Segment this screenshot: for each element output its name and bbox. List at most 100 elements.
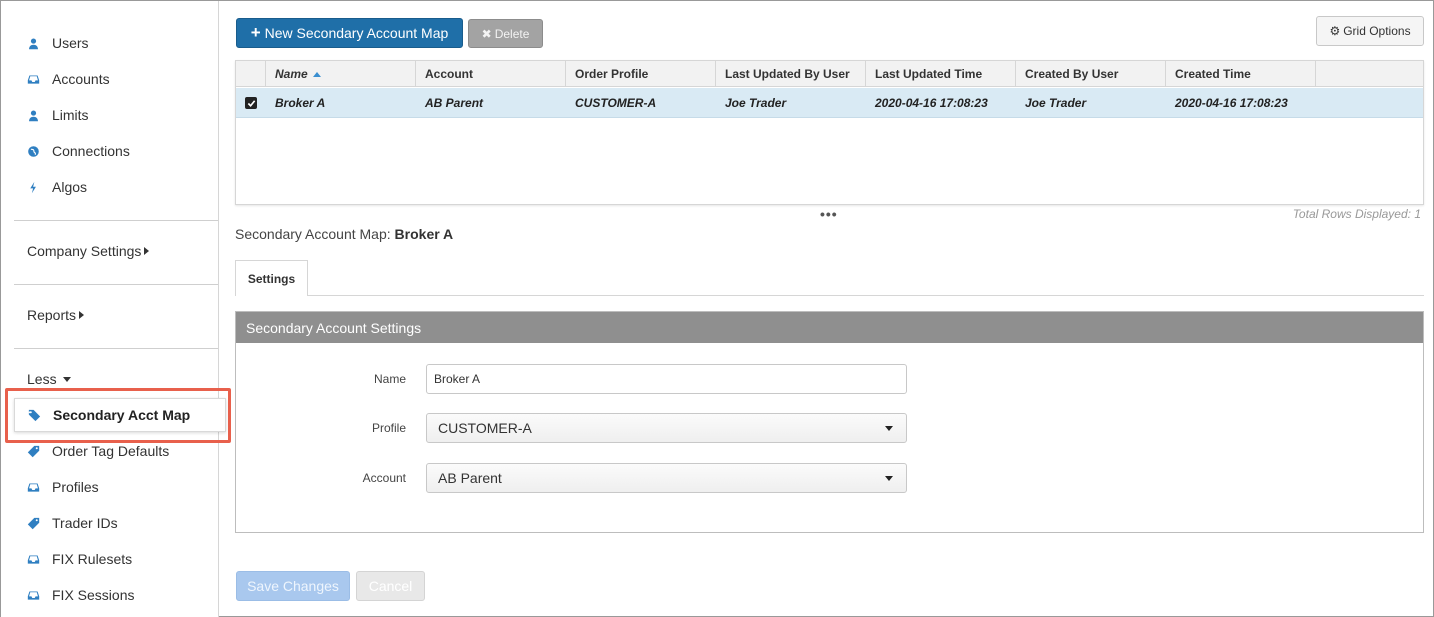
table-cell: Broker A xyxy=(275,96,326,110)
sidebar: Users Accounts Limits Connections Algos … xyxy=(1,1,226,617)
sidebar-item-label: Users xyxy=(52,35,89,51)
tag-icon xyxy=(25,443,41,459)
delete-button[interactable]: ✖ Delete xyxy=(468,19,543,48)
account-label: Account xyxy=(362,471,406,485)
sidebar-item-label: FIX Sessions xyxy=(52,587,135,603)
panel-title: Secondary Account Settings xyxy=(236,312,1423,343)
save-changes-button[interactable]: Save Changes xyxy=(236,571,350,601)
column-header-label: Created Time xyxy=(1175,67,1251,81)
table-cell: Joe Trader xyxy=(1025,96,1087,110)
profile-label: Profile xyxy=(371,421,406,435)
account-select[interactable]: AB Parent xyxy=(426,463,907,493)
sidebar-divider xyxy=(14,220,218,221)
chevron-down-icon xyxy=(885,426,893,431)
sidebar-item-label: Limits xyxy=(52,107,89,123)
gear-icon: ⚙ xyxy=(1329,24,1341,38)
resize-handle[interactable]: ••• xyxy=(820,206,838,222)
sidebar-item-profiles[interactable]: Profiles xyxy=(25,475,99,499)
sidebar-divider xyxy=(14,284,218,285)
data-grid: Name Account Order Profile Last Updated … xyxy=(235,60,1424,205)
name-label: Name xyxy=(373,372,406,386)
table-cell: Joe Trader xyxy=(725,96,787,110)
settings-panel: Secondary Account Settings Name Profile … xyxy=(235,311,1424,533)
new-secondary-account-map-button[interactable]: + New Secondary Account Map xyxy=(236,18,463,48)
plus-icon: + xyxy=(250,23,261,42)
sidebar-item-accounts[interactable]: Accounts xyxy=(25,67,110,91)
company-settings-link[interactable]: Company Settings xyxy=(27,243,150,259)
header-checkbox-cell xyxy=(236,61,266,87)
user-icon xyxy=(25,107,41,123)
detail-title: Secondary Account Map: Broker A xyxy=(235,226,453,242)
table-cell: 2020-04-16 17:08:23 xyxy=(875,96,988,110)
profile-selected-value: CUSTOMER-A xyxy=(438,420,532,436)
company-settings-label: Company Settings xyxy=(27,243,142,259)
grid-options-button[interactable]: ⚙ Grid Options xyxy=(1316,16,1424,46)
account-selected-value: AB Parent xyxy=(438,470,502,486)
sidebar-divider xyxy=(14,348,218,349)
table-cell: AB Parent xyxy=(425,96,484,110)
checkbox-checked-icon[interactable] xyxy=(245,97,257,109)
tab-divider xyxy=(308,295,1424,296)
sidebar-item-connections[interactable]: Connections xyxy=(25,139,130,163)
user-icon xyxy=(25,35,41,51)
sidebar-item-fix-rulesets[interactable]: FIX Rulesets xyxy=(25,547,132,571)
detail-title-prefix: Secondary Account Map: xyxy=(235,226,391,242)
column-header-label: Last Updated Time xyxy=(875,67,983,81)
less-label: Less xyxy=(27,371,57,387)
close-icon: ✖ xyxy=(481,26,492,41)
sidebar-item-algos[interactable]: Algos xyxy=(25,175,87,199)
grid-options-label: Grid Options xyxy=(1343,24,1411,38)
caret-right-icon xyxy=(79,311,85,319)
table-cell: 2020-04-16 17:08:23 xyxy=(1175,96,1288,110)
column-header-label: Account xyxy=(425,67,473,81)
caret-right-icon xyxy=(144,247,150,255)
column-header-last-updated-time[interactable]: Last Updated Time xyxy=(866,61,1016,87)
sidebar-item-label: FIX Rulesets xyxy=(52,551,133,567)
sidebar-item-limits[interactable]: Limits xyxy=(25,103,89,127)
sidebar-item-label: Connections xyxy=(52,143,130,159)
sidebar-item-trader-ids[interactable]: Trader IDs xyxy=(25,511,118,535)
less-toggle[interactable]: Less xyxy=(27,371,71,387)
sidebar-item-label: Order Tag Defaults xyxy=(52,443,170,459)
reports-link[interactable]: Reports xyxy=(27,307,85,323)
sidebar-item-users[interactable]: Users xyxy=(25,31,89,55)
tag-icon xyxy=(25,515,41,531)
table-cell: CUSTOMER-A xyxy=(575,96,657,110)
profile-select[interactable]: CUSTOMER-A xyxy=(426,413,907,443)
new-button-label: New Secondary Account Map xyxy=(264,25,449,41)
detail-title-value: Broker A xyxy=(394,226,454,242)
inbox-icon xyxy=(25,479,41,495)
column-header-label: Created By User xyxy=(1025,67,1119,81)
table-row[interactable]: Broker A AB Parent CUSTOMER-A Joe Trader… xyxy=(236,88,1423,118)
delete-button-label: Delete xyxy=(494,26,530,41)
sidebar-item-label: Trader IDs xyxy=(52,515,118,531)
column-header-created-time[interactable]: Created Time xyxy=(1166,61,1316,87)
inbox-icon xyxy=(25,551,41,567)
column-header-order-profile[interactable]: Order Profile xyxy=(566,61,716,87)
tab-settings[interactable]: Settings xyxy=(235,260,308,296)
sort-ascending-icon xyxy=(312,71,321,77)
inbox-icon xyxy=(25,71,41,87)
column-header-label: Order Profile xyxy=(575,67,649,81)
inbox-icon xyxy=(25,587,41,603)
sidebar-item-label: Accounts xyxy=(52,71,110,87)
globe-icon xyxy=(25,143,41,159)
bolt-icon xyxy=(25,179,41,195)
sidebar-item-label: Profiles xyxy=(52,479,99,495)
reports-label: Reports xyxy=(27,307,77,323)
cancel-button[interactable]: Cancel xyxy=(356,571,425,601)
highlight-annotation xyxy=(5,388,231,443)
main-content: + New Secondary Account Map ✖ Delete ⚙ G… xyxy=(220,1,1433,616)
sidebar-item-fix-sessions[interactable]: FIX Sessions xyxy=(25,583,134,607)
sidebar-item-label: Algos xyxy=(52,179,88,195)
name-field[interactable] xyxy=(426,364,907,394)
column-header-name[interactable]: Name xyxy=(266,61,416,87)
total-rows-text: Total Rows Displayed: 1 xyxy=(1292,207,1421,221)
column-header-last-updated-by-user[interactable]: Last Updated By User xyxy=(716,61,866,87)
grid-header: Name Account Order Profile Last Updated … xyxy=(236,61,1423,87)
column-header-account[interactable]: Account xyxy=(416,61,566,87)
column-header-created-by-user[interactable]: Created By User xyxy=(1016,61,1166,87)
column-header-label: Name xyxy=(275,67,308,81)
row-checkbox-cell[interactable] xyxy=(236,88,266,118)
chevron-down-icon xyxy=(885,476,893,481)
